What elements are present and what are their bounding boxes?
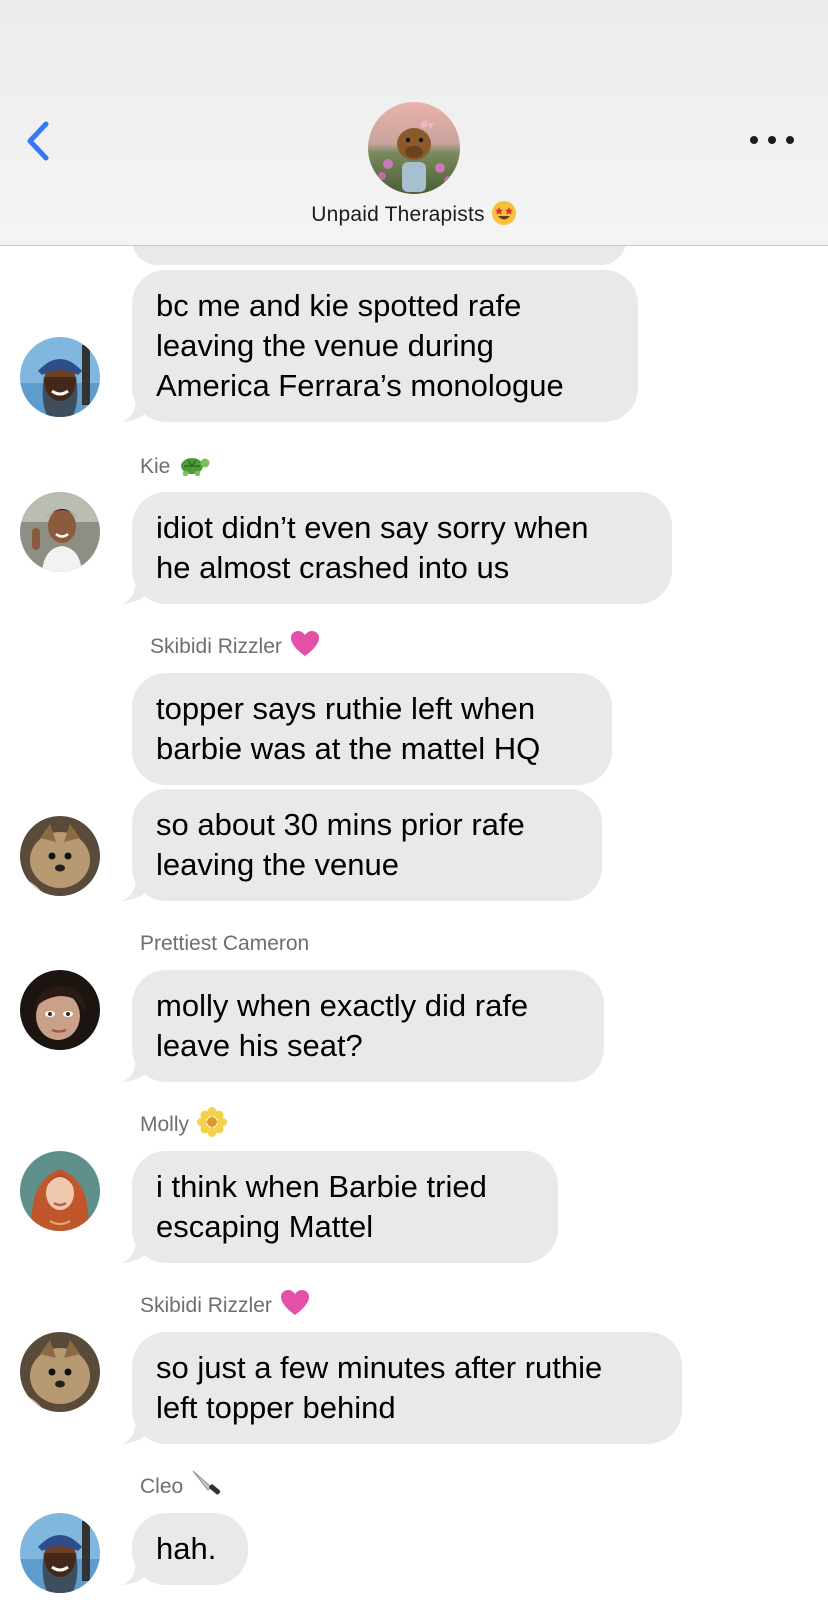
group-name-text: Unpaid Therapists (311, 203, 485, 226)
chat-header: Unpaid Therapists (0, 0, 828, 246)
message-text: so just a few minutes after ruthie left … (156, 1350, 603, 1425)
back-chevron-icon[interactable] (22, 118, 56, 164)
message-text: topper says ruthie left when barbie was … (156, 691, 541, 766)
message-text: bc me and kie spotted rafe leaving the v… (156, 288, 564, 403)
pink-heart-emoji-icon (280, 1289, 310, 1323)
message-bubble[interactable]: i think when Barbie tried escaping Matte… (132, 1151, 558, 1263)
bubble-tail (122, 1420, 148, 1444)
sender-label: Skibidi Rizzler (140, 1294, 272, 1317)
knife-emoji-icon (191, 1469, 223, 1505)
sender-label: Kie (140, 455, 171, 478)
message-bubble[interactable]: idiot didn’t even say sorry when he almo… (132, 492, 672, 604)
bubble-tail (122, 580, 148, 604)
skibidi-avatar[interactable] (20, 1332, 100, 1412)
bubble-tail (122, 398, 148, 422)
sender-name: Kie (140, 452, 210, 482)
sender-label: Molly (140, 1113, 190, 1136)
sender-label: Prettiest Cameron (140, 932, 310, 955)
message-bubble[interactable]: bc me and kie spotted rafe leaving the v… (132, 270, 638, 422)
pink-heart-emoji-icon (290, 630, 320, 664)
cleo-avatar[interactable] (20, 337, 100, 417)
cleo-avatar[interactable] (20, 1513, 100, 1593)
group-title[interactable]: Unpaid Therapists (0, 200, 828, 227)
sender-label: Skibidi Rizzler (150, 635, 282, 658)
bubble-tail (122, 1561, 148, 1585)
message-text: hah. (156, 1531, 217, 1566)
bubble-tail (122, 877, 148, 901)
kie-avatar[interactable] (20, 492, 100, 572)
molly-avatar[interactable] (20, 1151, 100, 1231)
bubble-tail (122, 1058, 148, 1082)
blossom-emoji-icon (197, 1107, 228, 1143)
message-text: i think when Barbie tried escaping Matte… (156, 1169, 487, 1244)
message-bubble[interactable]: so about 30 mins prior rafe leaving the … (132, 789, 602, 901)
turtle-emoji-icon (178, 451, 210, 483)
message-bubble[interactable]: so just a few minutes after ruthie left … (132, 1332, 682, 1444)
sender-name: Prettiest Cameron (140, 929, 309, 959)
message-bubble[interactable]: molly when exactly did rafe leave his se… (132, 970, 604, 1082)
cameron-avatar[interactable] (20, 970, 100, 1050)
message-text: so about 30 mins prior rafe leaving the … (156, 807, 525, 882)
sender-name: Skibidi Rizzler (140, 1289, 310, 1323)
bubble-tail (122, 1239, 148, 1263)
sender-label: Cleo (140, 1475, 184, 1498)
sender-name: Molly (140, 1107, 228, 1143)
message-bubble[interactable]: hah. (132, 1513, 248, 1585)
skibidi-avatar[interactable] (20, 816, 100, 896)
group-avatar[interactable] (368, 102, 460, 194)
message-text: idiot didn’t even say sorry when he almo… (156, 510, 589, 585)
message-bubble[interactable]: topper says ruthie left when barbie was … (132, 673, 612, 785)
star-struck-emoji-icon (491, 200, 517, 227)
more-options-icon[interactable] (750, 128, 794, 152)
sender-name: Skibidi Rizzler (150, 630, 320, 664)
sender-name: Cleo (140, 1469, 223, 1505)
message-text: molly when exactly did rafe leave his se… (156, 988, 529, 1063)
